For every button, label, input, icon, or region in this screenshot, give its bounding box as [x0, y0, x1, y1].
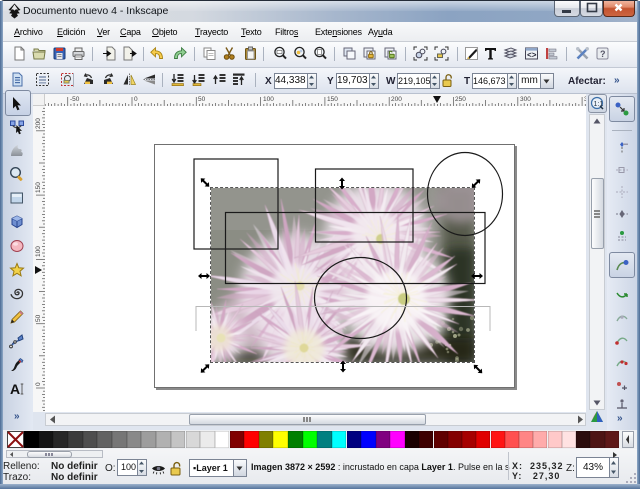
svg-text:100: 100	[263, 96, 274, 103]
svg-text:0: 0	[35, 382, 42, 386]
svg-text:A: A	[10, 381, 20, 397]
svg-text:200: 200	[35, 118, 42, 129]
svg-text:150: 150	[327, 96, 338, 103]
svg-text:350: 350	[584, 96, 586, 103]
svg-text:300: 300	[520, 96, 531, 103]
svg-text:<>: <>	[527, 52, 537, 61]
svg-text:0: 0	[134, 96, 138, 103]
svg-text:150: 150	[35, 182, 42, 193]
svg-text:50: 50	[198, 96, 206, 103]
svg-text:200: 200	[391, 96, 402, 103]
svg-text:100: 100	[35, 246, 42, 257]
svg-text:-50: -50	[70, 96, 80, 103]
svg-text:50: 50	[35, 314, 42, 322]
svg-text:?: ?	[600, 49, 606, 59]
svg-text:250: 250	[455, 96, 466, 103]
